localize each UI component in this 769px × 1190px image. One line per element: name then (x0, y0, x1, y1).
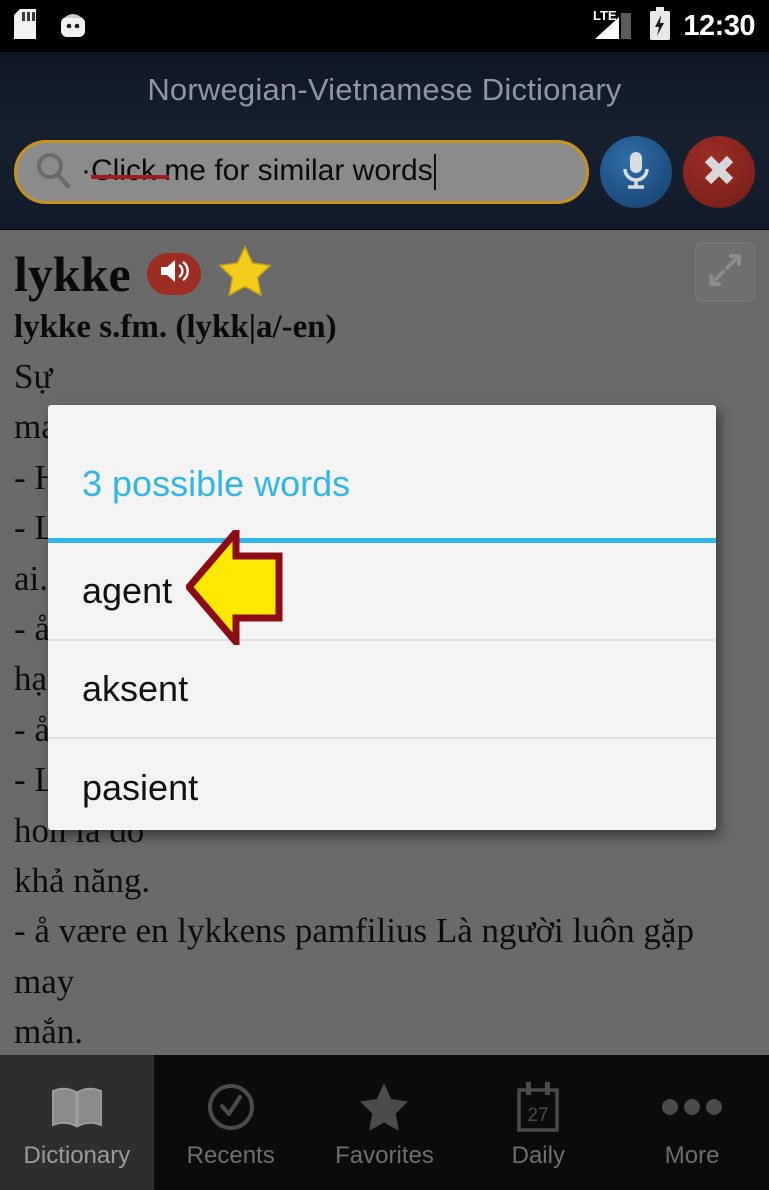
nav-item-dictionary[interactable]: Dictionary (0, 1055, 154, 1190)
nav-item-favorites[interactable]: Favorites (308, 1055, 462, 1190)
signal-lte-icon: LTE (593, 7, 637, 46)
nav-item-label: Recents (186, 1141, 275, 1169)
search-input[interactable]: ·Click me for similar words (14, 140, 589, 204)
search-icon (33, 150, 73, 195)
list-item-label: aksent (82, 668, 189, 709)
android-head-icon (58, 9, 88, 44)
text-caret (433, 154, 436, 191)
status-bar-left-icons (14, 8, 88, 44)
annotation-arrow (184, 522, 286, 652)
list-item-label: pasient (82, 767, 199, 808)
calendar-day-number: 27 (528, 1105, 549, 1126)
status-bar: LTE 12:30 (0, 0, 769, 52)
sd-card-icon (14, 8, 36, 44)
clear-search-button[interactable] (683, 136, 755, 208)
status-bar-right-icons: LTE 12:30 (593, 6, 755, 46)
nav-item-label: Daily (511, 1141, 565, 1169)
ellipsis-icon (660, 1076, 724, 1138)
dialog-title: 3 possible words (82, 463, 351, 504)
close-icon (699, 150, 739, 195)
similar-words-dialog: 3 possible words agent aksent pasient (48, 405, 716, 830)
list-item[interactable]: pasient (48, 739, 716, 830)
mic-icon (617, 148, 655, 197)
star-icon (357, 1076, 411, 1138)
nav-item-label: More (664, 1141, 720, 1169)
svg-text:LTE: LTE (593, 8, 617, 23)
battery-charging-icon (648, 6, 672, 46)
list-item[interactable]: aksent (48, 641, 716, 739)
search-row: ·Click me for similar words (0, 128, 769, 216)
book-icon (49, 1076, 105, 1138)
spellcheck-underline (91, 175, 169, 180)
nav-item-recents[interactable]: Recents (154, 1055, 308, 1190)
list-item-label: agent (82, 570, 173, 611)
list-item[interactable]: agent (48, 543, 716, 641)
voice-search-button[interactable] (600, 136, 672, 208)
clock-check-icon (205, 1076, 257, 1138)
app-title: Norwegian-Vietnamese Dictionary (147, 72, 622, 107)
nav-item-daily[interactable]: 27 Daily (461, 1055, 615, 1190)
nav-item-label: Favorites (335, 1141, 434, 1169)
calendar-icon: 27 (512, 1076, 564, 1138)
phone-screen: LTE 12:30 Norwegian-Vietnamese Dictionar… (0, 0, 769, 1190)
app-header: Norwegian-Vietnamese Dictionary ·Click m… (0, 52, 769, 230)
search-value-text: ·Click me for similar words (81, 153, 433, 187)
search-input-value[interactable]: ·Click me for similar words (81, 153, 436, 191)
dialog-word-list: agent aksent pasient (48, 543, 716, 830)
status-bar-clock: 12:30 (683, 9, 755, 42)
nav-item-label: Dictionary (23, 1141, 131, 1169)
bottom-navigation-bar: Dictionary Recents Favorites 27 Daily Mo… (0, 1055, 769, 1190)
nav-item-more[interactable]: More (615, 1055, 769, 1190)
